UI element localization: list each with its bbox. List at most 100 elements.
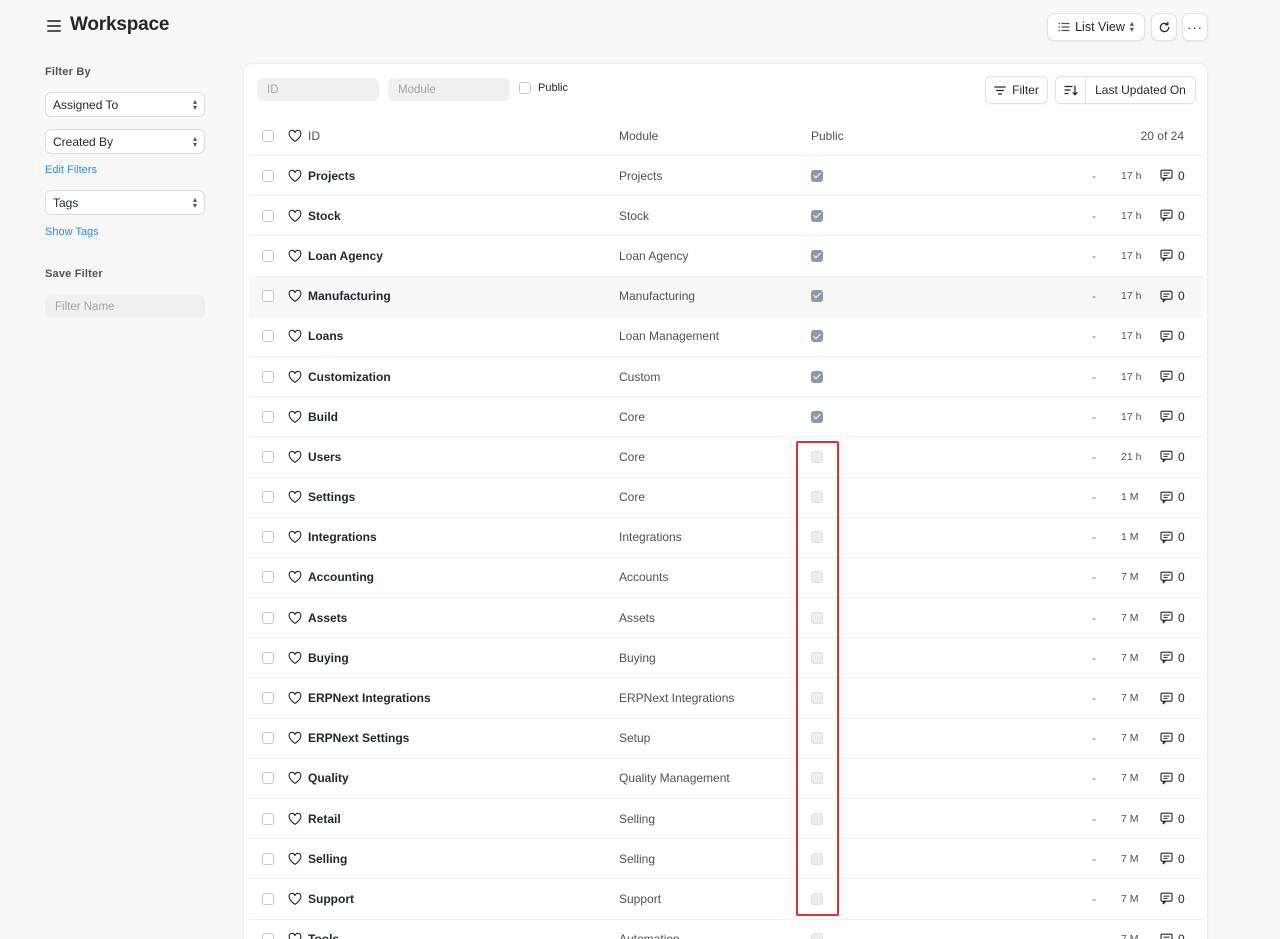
row-comments[interactable]: 0 (1160, 611, 1185, 625)
row-comments[interactable]: 0 (1160, 450, 1185, 464)
row-comments[interactable]: 0 (1160, 530, 1185, 544)
row-checkbox[interactable] (262, 852, 274, 865)
row-comments[interactable]: 0 (1160, 370, 1185, 384)
heart-icon[interactable] (288, 129, 302, 142)
table-row[interactable]: Stock Stock - 17 h 0 (249, 196, 1204, 237)
row-comments[interactable]: 0 (1160, 169, 1185, 183)
row-comments[interactable]: 0 (1160, 209, 1185, 223)
row-id[interactable]: Assets (308, 611, 347, 625)
row-comments[interactable]: 0 (1160, 249, 1185, 263)
heart-icon[interactable] (288, 731, 302, 745)
row-comments[interactable]: 0 (1160, 490, 1185, 504)
row-checkbox[interactable] (262, 933, 274, 939)
row-id[interactable]: Stock (308, 209, 341, 223)
row-id[interactable]: Retail (308, 812, 341, 826)
table-row[interactable]: Retail Selling - 7 M 0 (249, 799, 1204, 840)
table-row[interactable]: Manufacturing Manufacturing - 17 h 0 (249, 276, 1204, 317)
heart-icon[interactable] (288, 370, 302, 383)
show-tags-link[interactable]: Show Tags (45, 226, 99, 238)
table-row[interactable]: Assets Assets - 7 M 0 (249, 598, 1204, 639)
table-row[interactable]: Projects Projects - 17 h 0 (249, 156, 1204, 197)
column-header-module[interactable]: Module (619, 129, 658, 143)
row-id[interactable]: Quality (308, 771, 349, 785)
heart-icon[interactable] (288, 932, 302, 939)
sort-direction-button[interactable] (1056, 77, 1086, 103)
row-checkbox[interactable] (262, 330, 274, 343)
heart-icon[interactable] (288, 772, 302, 785)
table-row[interactable]: ERPNext Integrations ERPNext Integrations… (249, 678, 1204, 719)
row-comments[interactable]: 0 (1160, 651, 1185, 665)
row-comments[interactable]: 0 (1160, 289, 1185, 303)
public-filter-checkbox[interactable] (519, 82, 531, 94)
table-row[interactable]: Accounting Accounts - 7 M 0 (249, 558, 1204, 599)
edit-filters-link[interactable]: Edit Filters (45, 164, 97, 176)
row-checkbox[interactable] (262, 370, 274, 383)
heart-icon[interactable] (288, 651, 302, 664)
row-checkbox[interactable] (262, 611, 274, 624)
row-checkbox[interactable] (262, 209, 274, 222)
heart-icon[interactable] (288, 209, 302, 222)
row-checkbox[interactable] (262, 249, 274, 262)
row-id[interactable]: Build (308, 410, 338, 424)
heart-icon[interactable] (288, 611, 302, 624)
row-checkbox[interactable] (262, 491, 274, 504)
row-id[interactable]: Tools (308, 932, 339, 939)
table-row[interactable]: Selling Selling - 7 M 0 (249, 839, 1204, 880)
table-row[interactable]: Loan Agency Loan Agency - 17 h 0 (249, 236, 1204, 277)
heart-icon[interactable] (288, 410, 302, 423)
row-checkbox[interactable] (262, 651, 274, 664)
row-id[interactable]: Selling (308, 852, 347, 866)
heart-icon[interactable] (288, 812, 302, 825)
row-comments[interactable]: 0 (1160, 691, 1185, 705)
table-row[interactable]: Integrations Integrations - 1 M 0 (249, 518, 1204, 558)
table-row[interactable]: Users Core - 21 h 0 (249, 437, 1204, 478)
row-comments[interactable]: 0 (1160, 932, 1185, 939)
column-header-public[interactable]: Public (811, 129, 844, 143)
row-checkbox[interactable] (262, 772, 274, 785)
module-filter-input[interactable] (388, 78, 510, 101)
row-id[interactable]: Projects (308, 169, 355, 183)
heart-icon[interactable] (288, 249, 302, 262)
tags-select[interactable]: Tags ▴ ▾ (45, 190, 205, 215)
row-comments[interactable]: 0 (1160, 852, 1185, 866)
row-id[interactable]: Support (308, 892, 354, 906)
list-view-button[interactable]: List View ▴ ▾ (1047, 13, 1145, 41)
row-comments[interactable]: 0 (1160, 892, 1185, 906)
heart-icon[interactable] (288, 892, 302, 905)
heart-icon[interactable] (288, 531, 302, 544)
more-options-button[interactable]: ··· (1182, 13, 1208, 41)
row-checkbox[interactable] (262, 450, 274, 463)
table-row[interactable]: Loans Loan Management - 17 h 0 (249, 317, 1204, 357)
row-checkbox[interactable] (262, 410, 274, 423)
row-checkbox[interactable] (262, 692, 274, 705)
row-comments[interactable]: 0 (1160, 812, 1185, 826)
table-row[interactable]: Quality Quality Management - 7 M 0 (249, 759, 1204, 799)
created-by-select[interactable]: Created By ▴ ▾ (45, 129, 205, 154)
refresh-button[interactable] (1151, 13, 1177, 41)
row-id[interactable]: Manufacturing (308, 289, 391, 303)
row-id[interactable]: Loan Agency (308, 249, 383, 263)
heart-icon[interactable] (288, 450, 302, 463)
row-checkbox[interactable] (262, 571, 274, 584)
row-checkbox[interactable] (262, 531, 274, 544)
row-comments[interactable]: 0 (1160, 570, 1185, 584)
sort-field-button[interactable]: Last Updated On (1086, 77, 1195, 103)
table-row[interactable]: Buying Buying - 7 M 0 (249, 638, 1204, 679)
id-filter-input[interactable] (257, 78, 379, 101)
row-id[interactable]: Buying (308, 651, 349, 665)
row-comments[interactable]: 0 (1160, 410, 1185, 424)
table-row[interactable]: Customization Custom - 17 h 0 (249, 357, 1204, 398)
filter-name-input[interactable] (45, 295, 205, 318)
public-filter[interactable]: Public (519, 82, 568, 94)
row-id[interactable]: Loans (308, 329, 343, 343)
row-checkbox[interactable] (262, 732, 274, 745)
heart-icon[interactable] (288, 691, 302, 705)
heart-icon[interactable] (288, 852, 302, 865)
table-row[interactable]: ERPNext Settings Setup - 7 M 0 (249, 719, 1204, 759)
row-checkbox[interactable] (262, 812, 274, 825)
row-checkbox[interactable] (262, 169, 274, 182)
row-id[interactable]: Integrations (308, 530, 377, 544)
hamburger-icon[interactable] (47, 20, 61, 32)
heart-icon[interactable] (288, 289, 302, 303)
heart-icon[interactable] (288, 571, 302, 584)
